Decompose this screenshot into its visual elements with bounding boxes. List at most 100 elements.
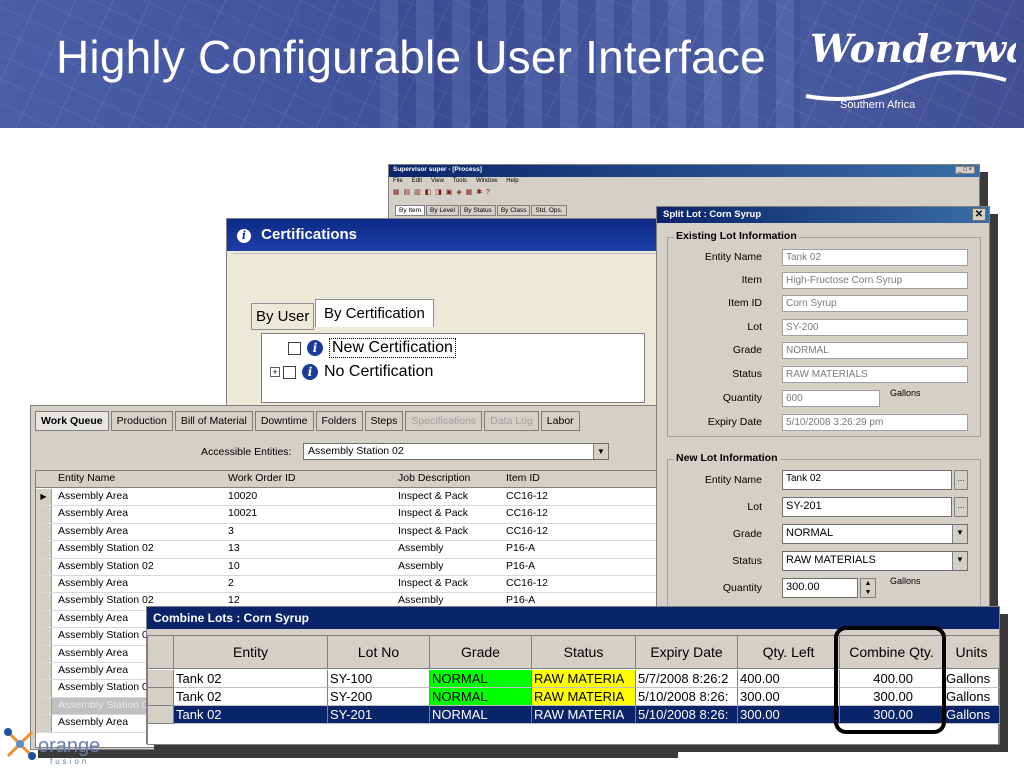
tab-by-level[interactable]: By Level <box>426 205 459 216</box>
menu-edit[interactable]: Edit <box>412 178 422 187</box>
table-cell: 3 <box>228 524 234 537</box>
table-cell: Assembly Station 02 <box>58 698 154 711</box>
row-selector[interactable] <box>36 558 52 575</box>
tab-by-certification[interactable]: By Certification <box>315 299 434 327</box>
row-selector[interactable] <box>36 628 52 645</box>
menu-help[interactable]: Help <box>506 178 518 187</box>
row-selector[interactable] <box>36 610 52 628</box>
new-lot-group: New Lot Information Entity Name Tank 02 … <box>667 452 981 625</box>
tab-by-item[interactable]: By Item <box>395 205 426 216</box>
row-selector[interactable] <box>36 576 52 593</box>
table-row[interactable]: Assembly Station 02 10 Assembly P16-A <box>36 558 666 576</box>
menu-tools[interactable]: Tools <box>453 178 467 187</box>
tab-by-user[interactable]: By User <box>251 303 315 330</box>
supervisor-toolbar[interactable]: ▦ ▤ ▥ ◧ ◨ ▣ ◈ ▦ ✱ ? <box>389 188 979 200</box>
column-header-status[interactable]: Status <box>532 636 636 669</box>
row-selector[interactable] <box>148 688 174 706</box>
work-queue-header: Entity Name Work Order ID Job Descriptio… <box>36 471 666 488</box>
column-header[interactable]: Entity Name <box>58 472 115 484</box>
tab-by-status[interactable]: By Status <box>459 205 496 216</box>
tab-steps[interactable]: Steps <box>364 411 404 431</box>
table-row[interactable]: ▶ Assembly Area 10020 Inspect & Pack CC16-12 <box>36 489 666 507</box>
grade-label: Grade <box>732 528 762 540</box>
table-row[interactable]: Assembly Station 02 13 Assembly P16-A <box>36 541 666 559</box>
tab-by-class[interactable]: By Class <box>496 205 531 216</box>
column-header[interactable]: Work Order ID <box>228 472 295 484</box>
table-row[interactable]: Assembly Area 3 Inspect & Pack CC16-12 <box>36 523 666 542</box>
menu-view[interactable]: View <box>431 178 444 187</box>
expiry-date-label: Expiry Date <box>707 416 762 428</box>
row-selector[interactable] <box>36 680 52 697</box>
row-selector[interactable] <box>36 523 52 541</box>
chevron-down-icon[interactable]: ▼ <box>593 444 608 459</box>
row-selector[interactable] <box>36 645 52 662</box>
tab-folders[interactable]: Folders <box>315 411 363 431</box>
column-header-lot-no[interactable]: Lot No <box>328 636 430 669</box>
table-cell: Inspect & Pack <box>398 524 469 537</box>
browse-entity-button[interactable]: … <box>954 470 968 490</box>
column-header-expiry-date[interactable]: Expiry Date <box>636 636 738 669</box>
new-lot-field[interactable]: SY-201 <box>782 497 952 517</box>
expand-icon[interactable]: + <box>270 367 280 377</box>
cell-grade: NORMAL <box>430 706 532 724</box>
row-selector[interactable] <box>36 506 52 523</box>
checkbox-icon[interactable] <box>288 341 301 355</box>
table-row[interactable]: Assembly Area 2 Inspect & Pack CC16-12 <box>36 576 666 594</box>
cell-units: Gallons <box>944 706 1000 724</box>
column-header[interactable]: Item ID <box>506 472 540 484</box>
menu-file[interactable]: File <box>393 178 403 187</box>
row-selector[interactable] <box>36 593 52 610</box>
tab-labor[interactable]: Labor <box>540 411 580 431</box>
table-cell: Assembly Area <box>58 524 129 537</box>
tree-item-new-certification[interactable]: i New Certification <box>288 336 456 360</box>
tree-item-no-certification[interactable]: + i No Certification <box>270 360 433 384</box>
accessible-entities-select[interactable]: Assembly Station 02 ▼ <box>303 443 609 460</box>
table-cell: P16-A <box>506 594 536 607</box>
menu-window[interactable]: Window <box>476 178 497 187</box>
row-pointer-icon[interactable]: ▶ <box>36 489 52 506</box>
status-label: Status <box>732 555 762 567</box>
row-selector[interactable] <box>148 670 174 688</box>
cell-entity: Tank 02 <box>174 670 328 688</box>
cell-qty-left: 400.00 <box>738 670 840 688</box>
tab-bill-of-material[interactable]: Bill of Material <box>174 411 253 431</box>
new-grade-select[interactable]: NORMAL ▼ <box>782 524 968 544</box>
supervisor-menubar: File Edit View Tools Window Help <box>389 177 979 188</box>
tab-std-ops[interactable]: Std. Ops. <box>531 205 567 216</box>
certification-tree: i New Certification + i No Certification <box>261 333 645 403</box>
column-header-units[interactable]: Units <box>944 636 1000 669</box>
table-cell: Inspect & Pack <box>398 507 469 520</box>
column-header-qty-left[interactable]: Qty. Left <box>738 636 840 669</box>
column-header-grade[interactable]: Grade <box>430 636 532 669</box>
new-quantity-field[interactable]: 300.00 <box>782 578 858 598</box>
new-status-select[interactable]: RAW MATERIALS ▼ <box>782 551 968 571</box>
quantity-stepper-icon[interactable]: ▲ ▼ <box>860 578 876 598</box>
chevron-down-icon[interactable]: ▼ <box>952 525 967 543</box>
cell-status: RAW MATERIA <box>532 706 636 724</box>
window-controls-icon[interactable]: _ □ × <box>955 166 975 174</box>
cell-grade: NORMAL <box>430 670 532 688</box>
column-header-entity[interactable]: Entity <box>174 636 328 669</box>
browse-lot-button[interactable]: … <box>954 497 968 517</box>
combine-lots-title: Combine Lots : Corn Syrup <box>153 611 309 625</box>
table-cell: Assembly Station 02 <box>58 542 154 555</box>
svg-text:Wonderware: Wonderware <box>810 26 1016 71</box>
existing-lot-field: SY-200 <box>782 319 968 336</box>
tab-specifications[interactable]: Specifications <box>405 411 483 431</box>
new-entity-field[interactable]: Tank 02 <box>782 470 952 490</box>
chevron-down-icon[interactable]: ▼ <box>952 552 967 570</box>
row-selector[interactable] <box>36 541 52 558</box>
tab-work-queue[interactable]: Work Queue <box>35 411 109 431</box>
tab-production[interactable]: Production <box>110 411 173 431</box>
row-selector[interactable] <box>36 663 52 680</box>
row-selector[interactable] <box>36 697 52 715</box>
tab-downtime[interactable]: Downtime <box>254 411 314 431</box>
row-selector[interactable] <box>148 706 174 724</box>
close-icon[interactable]: ✕ <box>972 208 986 221</box>
table-cell: 10020 <box>228 490 258 502</box>
checkbox-icon[interactable] <box>283 365 296 379</box>
column-header[interactable]: Job Description <box>398 472 470 484</box>
existing-item-field: High-Fructose Corn Syrup <box>782 272 968 289</box>
tab-data-log[interactable]: Data Log <box>484 411 539 431</box>
table-row[interactable]: Assembly Area 10021 Inspect & Pack CC16-12 <box>36 506 666 524</box>
